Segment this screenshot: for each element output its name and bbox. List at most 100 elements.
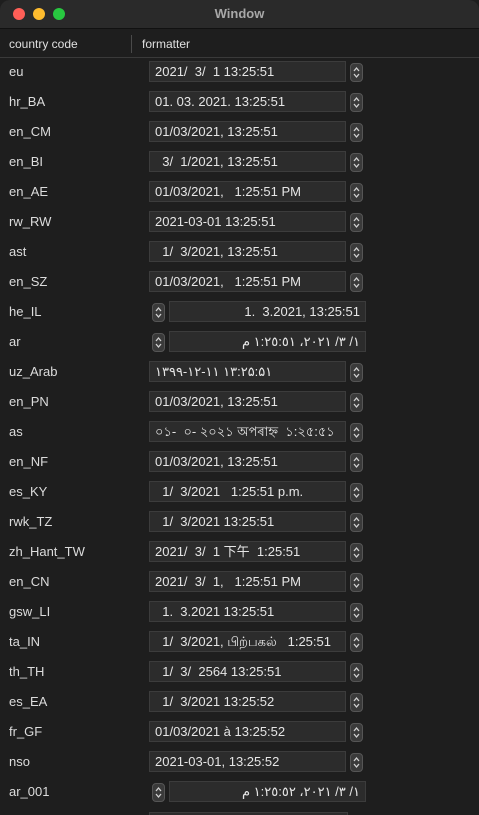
date-picker-field[interactable]: 2021/ 3/ 1, 1:25:51 PM xyxy=(149,571,346,592)
table-row: he_IL 1. 3.2021, 13:25:51 xyxy=(0,297,479,327)
table-row: rwk_TZ 1/ 3/2021 13:25:51 xyxy=(0,507,479,537)
date-picker-field[interactable]: ١‏/ ٣‏/ ٢٠٢١، ١:٢٥:٥٢ م xyxy=(169,781,366,802)
table-row: ta_IN 1/ 3/2021, பிற்பகல் 1:25:51 xyxy=(0,627,479,657)
stepper-arrows-icon xyxy=(353,546,360,559)
country-code-cell: as xyxy=(9,424,23,439)
table-row: en_CM 01/03/2021, 13:25:51 xyxy=(0,117,479,147)
table-header: country code formatter xyxy=(0,29,479,58)
country-code-cell: ar xyxy=(9,334,21,349)
country-code-cell: fr_GF xyxy=(9,724,43,739)
date-picker-field[interactable]: 2021-03-01 13:25:51 xyxy=(149,211,346,232)
column-header-formatter[interactable]: formatter xyxy=(142,29,190,59)
date-picker-field[interactable]: ١‏/ ٣‏/ ٢٠٢١، ١:٢٥:٥١ م xyxy=(169,331,366,352)
date-picker-field[interactable]: 1. 3.2021, 13:25:51 xyxy=(169,301,366,322)
date-stepper[interactable] xyxy=(350,663,363,682)
stepper-arrows-icon xyxy=(353,426,360,439)
table-row: es_KY 1/ 3/2021 1:25:51 p.m. xyxy=(0,477,479,507)
date-stepper[interactable] xyxy=(350,423,363,442)
country-code-cell: rwk_TZ xyxy=(9,514,53,529)
stepper-arrows-icon xyxy=(353,156,360,169)
date-picker-field[interactable]: 01. 03. 2021. 13:25:51 xyxy=(149,91,346,112)
date-picker-field[interactable]: 2021/ 3/ 1 13:25:51 xyxy=(149,61,346,82)
date-picker-field[interactable]: 1/ 3/2021, பிற்பகல் 1:25:51 xyxy=(149,631,346,652)
stepper-arrows-icon xyxy=(353,606,360,619)
country-code-cell: uz_Arab xyxy=(9,364,58,379)
table-row: rw_RW 2021-03-01 13:25:51 xyxy=(0,207,479,237)
date-stepper[interactable] xyxy=(350,723,363,742)
country-code-cell: nso xyxy=(9,754,30,769)
date-picker-field[interactable]: 3/ 1/2021, 13:25:51 xyxy=(149,151,346,172)
date-stepper[interactable] xyxy=(152,333,165,352)
date-picker-field[interactable]: 01/03/2021, 1:25:51 PM xyxy=(149,181,346,202)
date-picker-field[interactable]: 01/03/2021 à 13:25:52 xyxy=(149,721,346,742)
date-stepper[interactable] xyxy=(350,273,363,292)
date-stepper[interactable] xyxy=(350,513,363,532)
table-row: as ০১- ০- ২০২১ অপৰাহ্ন ১:২৫:৫১ xyxy=(0,417,479,447)
table-row: nso 2021-03-01, 13:25:52 xyxy=(0,747,479,777)
date-picker-field[interactable]: 1/ 3/2021 13:25:51 xyxy=(149,511,346,532)
date-picker-field[interactable]: 01/03/2021, 13:25:51 xyxy=(149,121,346,142)
date-stepper[interactable] xyxy=(350,243,363,262)
date-picker-field[interactable]: 1/ 3/2021, 13:25:51 xyxy=(149,241,346,262)
date-stepper[interactable] xyxy=(350,543,363,562)
date-picker-field[interactable]: 2021/ 3/ 1 下午 1:25:51 xyxy=(149,541,346,562)
date-stepper[interactable] xyxy=(350,213,363,232)
table-row: gsw_LI 1. 3.2021 13:25:51 xyxy=(0,597,479,627)
stepper-arrows-icon xyxy=(353,126,360,139)
date-picker-field[interactable]: 1/ 3/2021 1:25:51 p.m. xyxy=(149,481,346,502)
stepper-arrows-icon xyxy=(353,96,360,109)
date-stepper[interactable] xyxy=(350,753,363,772)
date-picker-field[interactable]: 2021-03-01, 13:25:52 xyxy=(149,751,346,772)
table-row: fr_GF 01/03/2021 à 13:25:52 xyxy=(0,717,479,747)
country-code-cell: es_EA xyxy=(9,694,48,709)
table-body: eu 2021/ 3/ 1 13:25:51 hr_BA 01. 03. 2021. … xyxy=(0,57,479,807)
table-row: en_AE 01/03/2021, 1:25:51 PM xyxy=(0,177,479,207)
date-stepper[interactable] xyxy=(350,393,363,412)
stepper-arrows-icon xyxy=(353,396,360,409)
table-row: th_TH 1/ 3/ 2564 13:25:51 xyxy=(0,657,479,687)
table-row: uz_Arab ۱۳۹۹-۱۲-۱۱ ۱۳:۲۵:۵۱ xyxy=(0,357,479,387)
country-code-cell: ast xyxy=(9,244,27,259)
country-code-cell: en_SZ xyxy=(9,274,48,289)
app-window: Window country code formatter eu 2021/ 3/… xyxy=(0,0,479,815)
date-stepper[interactable] xyxy=(152,303,165,322)
date-stepper[interactable] xyxy=(350,453,363,472)
date-stepper[interactable] xyxy=(350,153,363,172)
date-picker-field[interactable]: 01/03/2021, 1:25:51 PM xyxy=(149,271,346,292)
country-code-cell: en_NF xyxy=(9,454,49,469)
date-picker-field[interactable]: 01/03/2021, 13:25:51 xyxy=(149,451,346,472)
stepper-arrows-icon xyxy=(353,696,360,709)
date-stepper[interactable] xyxy=(350,693,363,712)
date-stepper[interactable] xyxy=(152,783,165,802)
table-row: en_BI 3/ 1/2021, 13:25:51 xyxy=(0,147,479,177)
date-picker-field[interactable]: 01/03/2021, 13:25:51 xyxy=(149,391,346,412)
stepper-arrows-icon xyxy=(353,486,360,499)
stepper-arrows-icon xyxy=(155,306,162,319)
country-code-cell: ar_001 xyxy=(9,784,50,799)
country-code-cell: en_CN xyxy=(9,574,50,589)
country-code-cell: he_IL xyxy=(9,304,42,319)
column-divider[interactable] xyxy=(131,35,132,53)
table-row: en_NF 01/03/2021, 13:25:51 xyxy=(0,447,479,477)
date-picker-field[interactable]: ۱۳۹۹-۱۲-۱۱ ۱۳:۲۵:۵۱ xyxy=(149,361,346,382)
table-row: ast 1/ 3/2021, 13:25:51 xyxy=(0,237,479,267)
date-stepper[interactable] xyxy=(350,63,363,82)
date-picker-field[interactable]: ০১- ০- ২০২১ অপৰাহ্ন ১:২৫:৫১ xyxy=(149,421,346,442)
table-row: en_SZ 01/03/2021, 1:25:51 PM xyxy=(0,267,479,297)
table-row: en_CN 2021/ 3/ 1, 1:25:51 PM xyxy=(0,567,479,597)
date-picker-field[interactable]: 1. 3.2021 13:25:51 xyxy=(149,601,346,622)
date-stepper[interactable] xyxy=(350,123,363,142)
stepper-arrows-icon xyxy=(353,726,360,739)
date-stepper[interactable] xyxy=(350,93,363,112)
column-header-country-code[interactable]: country code xyxy=(9,29,78,59)
date-stepper[interactable] xyxy=(350,633,363,652)
date-stepper[interactable] xyxy=(350,183,363,202)
date-picker-field[interactable]: 1/ 3/ 2564 13:25:51 xyxy=(149,661,346,682)
country-code-cell: hr_BA xyxy=(9,94,46,109)
date-picker-field[interactable]: 1/ 3/2021 13:25:52 xyxy=(149,691,346,712)
date-stepper[interactable] xyxy=(350,363,363,382)
date-stepper[interactable] xyxy=(350,603,363,622)
country-code-cell: en_BI xyxy=(9,154,43,169)
date-stepper[interactable] xyxy=(350,483,363,502)
date-stepper[interactable] xyxy=(350,573,363,592)
